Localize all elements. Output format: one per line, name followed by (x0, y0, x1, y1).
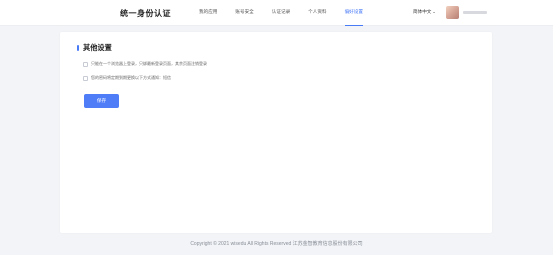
nav-item-auth-records[interactable]: 认证记录 (272, 0, 290, 26)
username-blurred[interactable] (463, 11, 487, 14)
brand-title[interactable]: 统一身份认证 (120, 8, 171, 19)
option-single-browser-login[interactable]: 只能在一个浏览器上登录，只绑最新登录页面，其余页面注销登录 (83, 61, 207, 67)
main-nav: 我的应用 账号安全 认证记录 个人资料 偏好设置 (199, 0, 381, 26)
option-password-expiry-notify[interactable]: 您的密码将定期到期更换以下方式通知：短信 (83, 75, 171, 81)
section-title: 其他设置 (83, 43, 112, 52)
section-header: 其他设置 (77, 43, 112, 53)
top-header: 统一身份认证 我的应用 账号安全 认证记录 个人资料 偏好设置 简体中文⌄ (0, 0, 553, 26)
language-label: 简体中文 (413, 9, 432, 14)
settings-card: 其他设置 只能在一个浏览器上登录，只绑最新登录页面，其余页面注销登录 您的密码将… (60, 32, 492, 233)
option-label: 您的密码将定期到期更换以下方式通知：短信 (91, 75, 171, 80)
nav-item-profile[interactable]: 个人资料 (308, 0, 326, 26)
save-button[interactable]: 保存 (84, 94, 119, 108)
nav-item-account-security[interactable]: 账号安全 (235, 0, 253, 26)
chevron-down-icon: ⌄ (432, 9, 436, 14)
footer-copyright: Copyright © 2021 wisedu All Rights Reser… (190, 241, 363, 247)
title-accent-bar (77, 45, 79, 51)
avatar[interactable] (446, 6, 459, 19)
option-label: 只能在一个浏览器上登录，只绑最新登录页面，其余页面注销登录 (91, 61, 207, 66)
password-notify-checkbox[interactable] (83, 75, 88, 81)
nav-item-preferences[interactable]: 偏好设置 (344, 0, 364, 26)
single-login-checkbox[interactable] (83, 61, 88, 67)
nav-item-my-apps[interactable]: 我的应用 (199, 0, 217, 26)
language-selector[interactable]: 简体中文⌄ (413, 9, 436, 15)
